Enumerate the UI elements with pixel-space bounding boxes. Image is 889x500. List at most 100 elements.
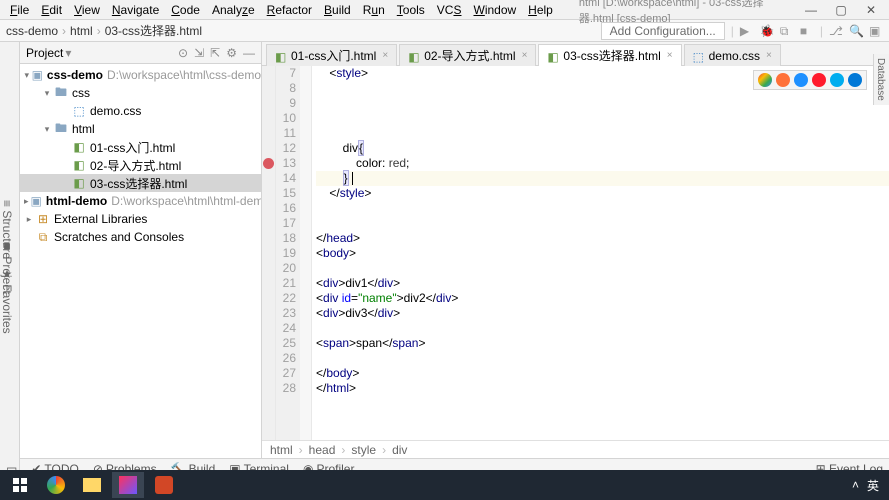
ime-indicator[interactable]: 英 [867, 477, 879, 494]
menu-vcs[interactable]: VCS [431, 1, 468, 19]
menu-build[interactable]: Build [318, 1, 357, 19]
nav-crumb[interactable]: css-demo [6, 24, 58, 38]
collapse-all-icon[interactable]: ⇱ [210, 46, 220, 60]
ie-icon[interactable] [830, 73, 844, 87]
tree-scratches[interactable]: ⧉Scratches and Consoles [20, 228, 261, 246]
tree-file-1[interactable]: ◧01-css入门.html [20, 138, 261, 156]
tab-2[interactable]: ◧02-导入方式.html× [399, 44, 536, 66]
menu-analyze[interactable]: Analyze [206, 1, 261, 19]
menu-refactor[interactable]: Refactor [261, 1, 318, 19]
windows-taskbar: ˄ 英 [0, 470, 889, 500]
menu-view[interactable]: View [68, 1, 106, 19]
start-button[interactable] [4, 472, 36, 498]
close-tab-icon[interactable]: × [382, 50, 388, 61]
tree-folder-css[interactable]: ▾🖿css [20, 84, 261, 102]
editor-tabs: ◧01-css入门.html× ◧02-导入方式.html× ◧03-css选择… [262, 42, 889, 66]
close-tab-icon[interactable]: × [766, 50, 772, 61]
nav-bar: css-demo › html › 03-css选择器.html Add Con… [0, 20, 889, 42]
chrome-taskbar-icon[interactable] [40, 472, 72, 498]
css-file-icon: ⬚ [693, 50, 705, 62]
html-file-icon: ◧ [547, 50, 559, 62]
menu-edit[interactable]: Edit [35, 1, 68, 19]
menu-help[interactable]: Help [522, 1, 559, 19]
tree-file-democss[interactable]: ⬚demo.css [20, 102, 261, 120]
project-dropdown[interactable]: Project [26, 46, 63, 60]
breakpoint-icon[interactable] [263, 158, 274, 169]
scratches-icon: ⧉ [36, 230, 50, 244]
debug-icon[interactable]: 🐞 [760, 24, 774, 38]
menu-file[interactable]: File [4, 1, 35, 19]
menu-tools[interactable]: Tools [391, 1, 431, 19]
powerpoint-taskbar-icon[interactable] [148, 472, 180, 498]
menu-code[interactable]: Code [165, 1, 206, 19]
tree-external-libs[interactable]: ▸⊞External Libraries [20, 210, 261, 228]
project-icon: ▣ [31, 194, 42, 208]
safari-icon[interactable] [794, 73, 808, 87]
html-file-icon: ◧ [72, 140, 86, 154]
tab-3[interactable]: ◧03-css选择器.html× [538, 44, 681, 66]
favorites-toolwindow-tab[interactable]: ★ Favorites [0, 267, 20, 334]
run-icon[interactable]: ▶ [740, 24, 754, 38]
html-file-icon: ◧ [408, 50, 420, 62]
breakpoint-gutter[interactable] [262, 66, 276, 440]
tree-folder-html[interactable]: ▾🖿html [20, 120, 261, 138]
tree-file-3[interactable]: ◧03-css选择器.html [20, 174, 261, 192]
coverage-icon[interactable]: ⧉ [780, 24, 794, 38]
nav-crumb[interactable]: html [70, 24, 93, 38]
html-file-icon: ◧ [72, 176, 86, 190]
chrome-icon[interactable] [758, 73, 772, 87]
close-icon[interactable]: ✕ [857, 3, 885, 17]
project-sidebar: Project ▾ ⊙ ⇲ ⇱ ⚙ — ▾▣css-demoD:\workspa… [20, 42, 262, 458]
project-tree: ▾▣css-demoD:\workspace\html\css-demo ▾🖿c… [20, 64, 261, 458]
browser-preview-bar [753, 70, 867, 90]
html-file-icon: ◧ [275, 50, 287, 62]
line-number-gutter[interactable]: 7891011121314151617181920212223242526272… [276, 66, 300, 440]
tree-file-2[interactable]: ◧02-导入方式.html [20, 156, 261, 174]
tree-root-2[interactable]: ▸▣html-demoD:\workspace\html\html-demo [20, 192, 261, 210]
sidebar-header: Project ▾ ⊙ ⇲ ⇱ ⚙ — [20, 42, 261, 64]
select-opened-file-icon[interactable]: ⊙ [178, 46, 188, 60]
nav-crumb[interactable]: 03-css选择器.html [105, 22, 202, 39]
search-icon[interactable]: 🔍 [849, 24, 863, 38]
libraries-icon: ⊞ [36, 212, 50, 226]
editor: ◧01-css入门.html× ◧02-导入方式.html× ◧03-css选择… [262, 42, 889, 458]
expand-all-icon[interactable]: ⇲ [194, 46, 204, 60]
crumb[interactable]: html [270, 442, 293, 457]
gear-icon[interactable]: ⚙ [226, 46, 237, 60]
close-tab-icon[interactable]: × [667, 50, 673, 61]
code-editor[interactable]: 7891011121314151617181920212223242526272… [262, 66, 889, 440]
crumb[interactable]: div [392, 442, 407, 457]
project-icon: ▣ [32, 68, 43, 82]
fold-gutter[interactable] [300, 66, 312, 440]
firefox-icon[interactable] [776, 73, 790, 87]
menu-navigate[interactable]: Navigate [106, 1, 165, 19]
tab-1[interactable]: ◧01-css入门.html× [266, 44, 397, 66]
maximize-icon[interactable]: ▢ [827, 3, 855, 17]
crumb[interactable]: style [351, 442, 376, 457]
close-tab-icon[interactable]: × [522, 50, 528, 61]
structure-toolwindow-tab[interactable]: ≡ Structure [0, 200, 20, 259]
git-icon[interactable]: ⎇ [829, 24, 843, 38]
crumb[interactable]: head [309, 442, 336, 457]
opera-icon[interactable] [812, 73, 826, 87]
tab-4[interactable]: ⬚demo.css× [684, 44, 781, 66]
database-toolwindow-tab[interactable]: Database [873, 54, 889, 105]
menu-run[interactable]: Run [357, 1, 391, 19]
stop-icon[interactable]: ■ [800, 24, 814, 38]
edge-icon[interactable] [848, 73, 862, 87]
explorer-taskbar-icon[interactable] [76, 472, 108, 498]
tree-root[interactable]: ▾▣css-demoD:\workspace\html\css-demo [20, 66, 261, 84]
code-content[interactable]: <style> div{ color: red; } </style></hea… [312, 66, 889, 440]
hide-icon[interactable]: — [243, 46, 255, 60]
settings-icon[interactable]: ▣ [869, 24, 883, 38]
minimize-icon[interactable]: — [797, 3, 825, 17]
tray-chevron-icon[interactable]: ˄ [852, 478, 859, 492]
menu-window[interactable]: Window [467, 1, 522, 19]
menu-bar: File Edit View Navigate Code Analyze Ref… [0, 0, 889, 20]
add-configuration-button[interactable]: Add Configuration... [601, 22, 725, 40]
folder-icon: 🖿 [54, 122, 68, 136]
html-file-icon: ◧ [72, 158, 86, 172]
intellij-taskbar-icon[interactable] [112, 472, 144, 498]
css-file-icon: ⬚ [72, 104, 86, 118]
folder-icon: 🖿 [54, 86, 68, 100]
